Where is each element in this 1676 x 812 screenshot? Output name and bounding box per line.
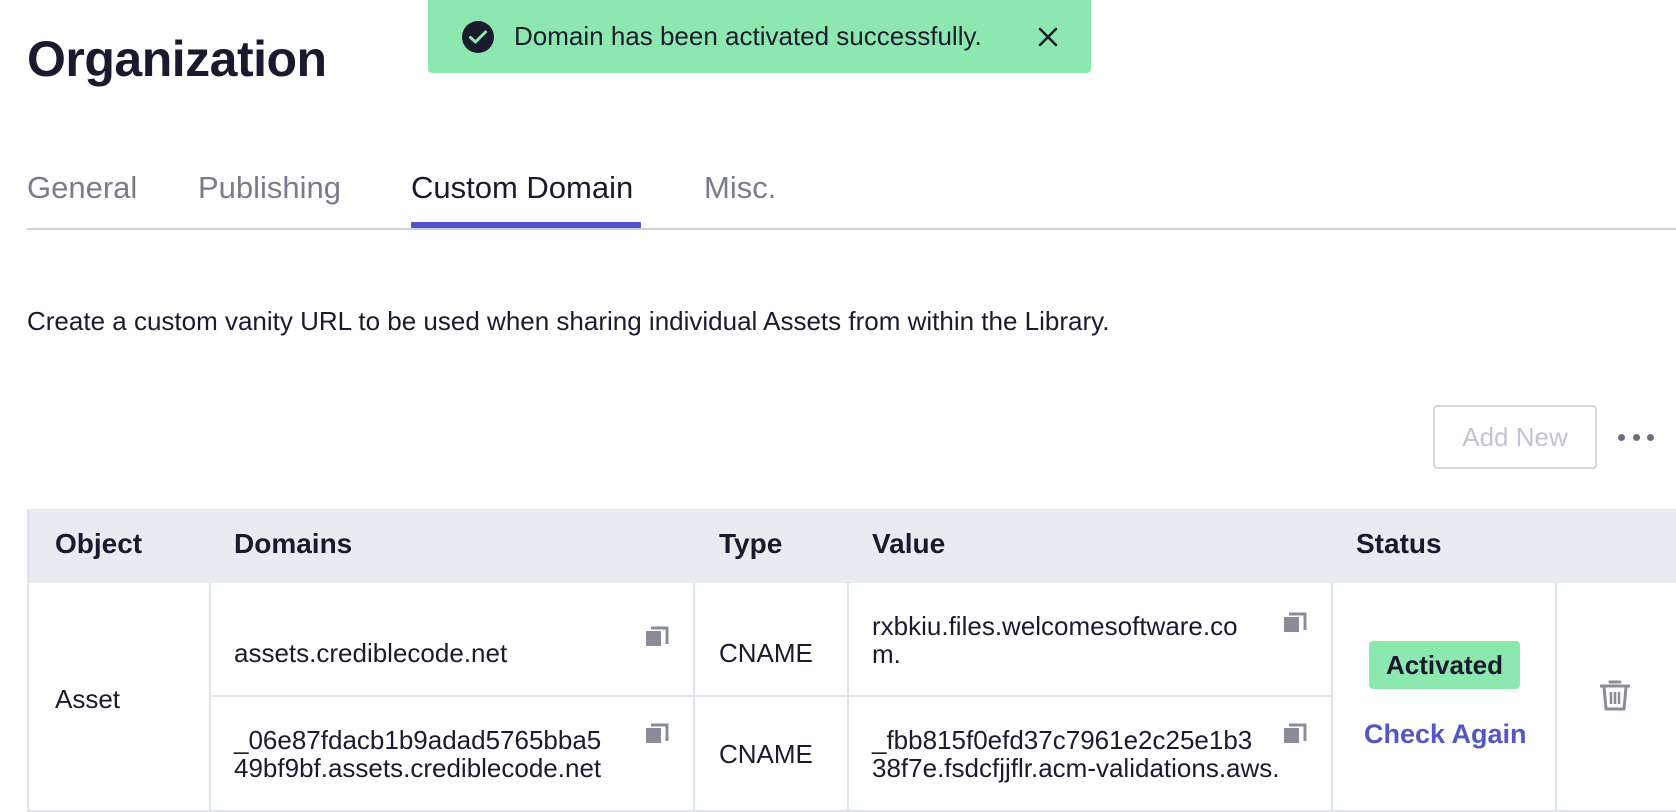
object-cell: Asset (55, 684, 121, 714)
row-divider (209, 695, 1331, 697)
active-tab-indicator (411, 222, 641, 228)
custom-domain-table: Object Domains Type Value Status Asset a… (27, 509, 1676, 812)
header-object: Object (55, 528, 143, 559)
tab-custom-domain[interactable]: Custom Domain (411, 170, 633, 226)
value-cell-line2: m. (872, 639, 901, 669)
success-toast: Domain has been activated successfully. (428, 0, 1091, 73)
header-domains: Domains (234, 528, 353, 559)
header-value: Value (872, 528, 946, 559)
check-circle-icon (462, 20, 494, 53)
type-cell: CNAME (719, 739, 813, 769)
add-new-button[interactable]: Add New (1433, 405, 1597, 469)
value-cell-line1: _fbb815f0efd37c7961e2c25e1b3 (872, 725, 1253, 755)
copy-icon[interactable] (645, 723, 669, 747)
column-divider (847, 583, 849, 812)
value-cell-line1: rxbkiu.files.welcomesoftware.co (872, 611, 1238, 641)
column-divider (1331, 583, 1333, 812)
section-description: Create a custom vanity URL to be used wh… (27, 306, 1110, 336)
tab-general[interactable]: General (27, 170, 137, 226)
value-cell-line2: 38f7e.fsdcfjjflr.acm-validations.aws. (872, 753, 1280, 783)
toast-message: Domain has been activated successfully. (514, 21, 982, 51)
tab-misc[interactable]: Misc. (704, 170, 776, 226)
status-badge: Activated (1369, 641, 1520, 689)
header-type: Type (719, 528, 783, 559)
copy-icon[interactable] (1283, 723, 1307, 747)
domain-cell-line2: 49bf9bf.assets.crediblecode.net (234, 753, 602, 783)
header-status: Status (1356, 528, 1442, 559)
domain-cell: assets.crediblecode.net (234, 638, 508, 668)
column-divider (693, 583, 695, 812)
column-divider (1555, 583, 1557, 812)
table-header: Object Domains Type Value Status (29, 509, 1676, 583)
check-again-link[interactable]: Check Again (1364, 719, 1527, 750)
settings-tabs: General Publishing Custom Domain Misc. (27, 160, 1676, 230)
column-divider (209, 583, 211, 812)
copy-icon[interactable] (645, 626, 669, 650)
copy-icon[interactable] (1283, 612, 1307, 636)
page-title: Organization (27, 31, 327, 87)
more-horizontal-icon[interactable] (1618, 420, 1654, 454)
type-cell: CNAME (719, 638, 813, 668)
trash-icon[interactable] (1600, 679, 1630, 711)
close-icon[interactable] (1035, 24, 1061, 50)
domain-cell-line1: _06e87fdacb1b9adad5765bba5 (234, 725, 602, 755)
organization-page: Organization Domain has been activated s… (0, 0, 1676, 812)
tab-publishing[interactable]: Publishing (198, 170, 341, 226)
